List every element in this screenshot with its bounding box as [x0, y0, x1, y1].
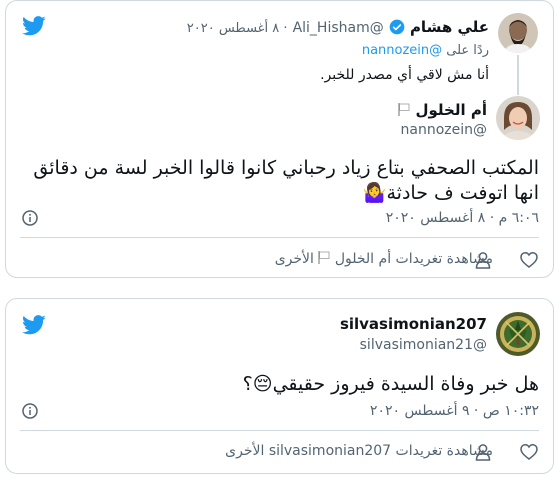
heart-icon[interactable]	[520, 443, 538, 461]
tweet-text-body: هل خبر وفاة السيدة فيروز حقيقي	[272, 373, 539, 395]
embedded-tweet-card: علي هشام @Ali_Hisham · ٨ أغسطس ٢٠٢٠ ردًا…	[5, 0, 554, 278]
view-more-tweets-link[interactable]: مشاهدة تغريدات silvasimonian207 الأخرى	[225, 443, 493, 459]
tweet-question-mark: ؟	[242, 373, 253, 395]
author-handle[interactable]: @silvasimonian21	[360, 337, 487, 353]
tweet-text-line2-text: انها اتوفت ف حادثة	[386, 182, 539, 204]
tweet-header: أم الخلول	[398, 100, 487, 119]
avatar[interactable]	[496, 312, 540, 356]
heart-icon[interactable]	[520, 251, 538, 269]
tweet-text-line1: المكتب الصحفي بتاع زياد رحباني كانوا قال…	[33, 157, 539, 179]
info-icon[interactable]	[22, 210, 38, 226]
view-more-text: مشاهدة تغريدات أم الخلول	[334, 251, 493, 267]
author-name[interactable]: علي هشام	[410, 18, 489, 36]
tweet-header: علي هشام @Ali_Hisham · ٨ أغسطس ٢٠٢٠	[186, 18, 489, 36]
embedded-tweet-card: silvasimonian207 @silvasimonian21 هل خبر…	[5, 298, 554, 474]
user-icon[interactable]	[474, 251, 492, 269]
author-name[interactable]: silvasimonian207	[340, 315, 487, 333]
twitter-bird-icon[interactable]	[22, 16, 46, 36]
tweet-text-line2: انها اتوفت ف حادثة🤷‍♀️	[363, 180, 539, 207]
avatar[interactable]	[496, 96, 540, 140]
divider	[20, 237, 539, 238]
divider	[20, 430, 539, 431]
verified-badge-icon	[389, 19, 405, 35]
thread-connector	[517, 55, 519, 95]
pensive-emoji: 😔	[252, 373, 273, 395]
avatar[interactable]	[498, 13, 538, 53]
reply-prefix: ردًا على	[446, 43, 489, 58]
user-icon[interactable]	[474, 443, 492, 461]
view-more-tweets-link[interactable]: مشاهدة تغريدات أم الخلول الأخرى	[275, 251, 493, 267]
tweet-timestamp[interactable]: ١٠:٣٢ ص · ٩ أغسطس ٢٠٢٠	[370, 403, 539, 419]
twitter-bird-icon[interactable]	[22, 315, 46, 335]
author-name[interactable]: أم الخلول	[416, 101, 487, 119]
info-icon[interactable]	[22, 403, 38, 419]
reply-mention-link[interactable]: @nannozein	[362, 43, 442, 58]
flag-icon	[318, 251, 330, 264]
author-handle[interactable]: @nannozein	[401, 122, 488, 138]
tweet-timestamp[interactable]: ٦:٠٦ م · ٨ أغسطس ٢٠٢٠	[386, 210, 539, 226]
tweet-date[interactable]: ٨ أغسطس ٢٠٢٠	[187, 21, 279, 36]
author-handle[interactable]: @Ali_Hisham	[293, 20, 384, 36]
quoted-tweet-text: أنا مش لاقي أي مصدر للخبر.	[320, 67, 489, 83]
reply-context: ردًا على @nannozein	[362, 43, 489, 58]
tweet-text: هل خبر وفاة السيدة فيروز حقيقي😔؟	[243, 371, 539, 398]
shrug-emoji: 🤷‍♀️	[362, 182, 387, 204]
view-more-other: الأخرى	[274, 251, 314, 267]
flag-icon	[398, 103, 410, 116]
